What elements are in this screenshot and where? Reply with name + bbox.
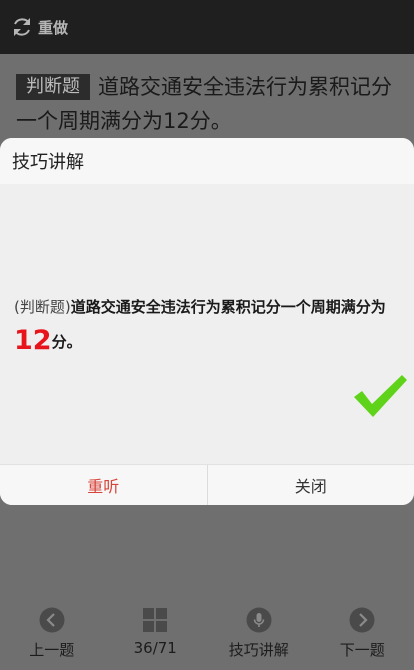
- tips-label: 技巧讲解: [228, 641, 289, 659]
- prev-question-label: 上一题: [29, 641, 75, 659]
- microphone-icon: [246, 607, 272, 633]
- chevron-left-icon: [39, 607, 65, 633]
- question-area: 判断题 道路交通安全违法行为累积记分一个周期满分为12分。: [16, 70, 406, 138]
- modal-title: 技巧讲解: [0, 138, 414, 184]
- modal-footer: 重听 关闭: [0, 464, 414, 505]
- next-question-button[interactable]: 下一题: [311, 600, 414, 670]
- modal-body: (判断题)道路交通安全违法行为累积记分一个周期满分为 12分。: [0, 184, 414, 464]
- tips-modal: 技巧讲解 (判断题)道路交通安全违法行为累积记分一个周期满分为 12分。 重听 关…: [0, 138, 414, 505]
- prev-question-button[interactable]: 上一题: [0, 600, 104, 670]
- redo-icon[interactable]: [10, 15, 34, 39]
- progress-label: 36/71: [133, 639, 177, 657]
- chevron-right-icon: [349, 607, 375, 633]
- explanation-part1: 道路交通安全违法行为累积记分一个周期满分为: [70, 298, 386, 316]
- bottom-nav: 上一题 36/71 技巧讲解 下一题: [0, 600, 414, 670]
- explanation-tag: (判断题): [14, 298, 71, 316]
- explanation-highlight: 12: [14, 325, 52, 356]
- explanation-part2: 分。: [51, 333, 82, 351]
- tips-button[interactable]: 技巧讲解: [207, 600, 311, 670]
- close-button[interactable]: 关闭: [208, 465, 414, 505]
- checkmark-icon: [352, 373, 408, 419]
- question-grid-button[interactable]: 36/71: [104, 600, 208, 670]
- question-type-badge: 判断题: [16, 74, 90, 100]
- top-bar: 重做: [0, 0, 414, 54]
- grid-icon: [142, 607, 168, 633]
- explanation-text: (判断题)道路交通安全违法行为累积记分一个周期满分为 12分。: [14, 290, 406, 359]
- next-question-label: 下一题: [339, 641, 385, 659]
- redo-button[interactable]: 重做: [38, 17, 68, 38]
- relisten-button[interactable]: 重听: [0, 465, 208, 505]
